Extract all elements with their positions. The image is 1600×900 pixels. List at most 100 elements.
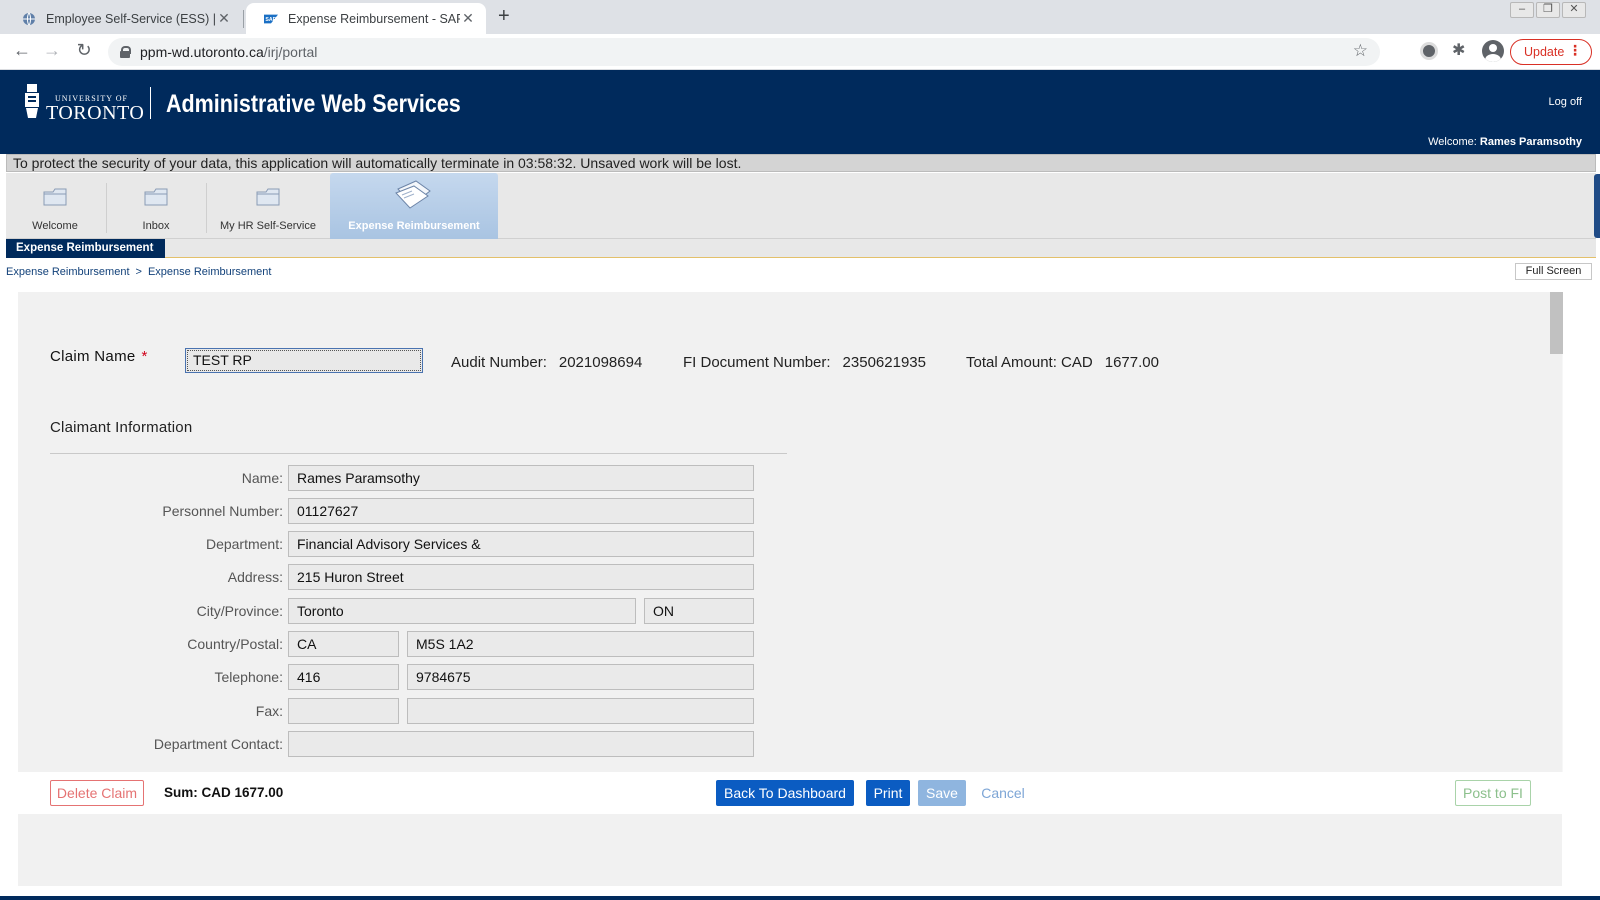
- url-path: /irj/portal: [263, 44, 318, 60]
- logoff-link[interactable]: Log off: [1549, 96, 1582, 108]
- audit-number: Audit Number: 2021098694: [451, 354, 642, 371]
- department-contact-label: Department Contact:: [153, 736, 283, 752]
- secondary-nav: Expense Reimbursement: [6, 239, 1596, 258]
- window-controls: – ❐ ✕: [1510, 2, 1586, 18]
- address-label: Address:: [227, 569, 283, 585]
- country-postal-label: Country/Postal:: [187, 636, 283, 652]
- breadcrumb-separator: >: [135, 266, 142, 278]
- print-button[interactable]: Print: [866, 780, 910, 806]
- minimize-icon[interactable]: –: [1510, 2, 1534, 18]
- province-field[interactable]: ON: [644, 598, 754, 624]
- tab-label: Inbox: [142, 220, 170, 232]
- breadcrumb: Expense Reimbursement > Expense Reimbursem…: [6, 266, 271, 278]
- name-field[interactable]: Rames Paramsothy: [288, 465, 754, 491]
- bottom-border: [0, 896, 1600, 900]
- breadcrumb-link[interactable]: Expense Reimbursement: [6, 266, 130, 278]
- bookmark-star-icon[interactable]: ☆: [1353, 41, 1368, 61]
- delete-claim-button[interactable]: Delete Claim: [50, 780, 144, 806]
- tab-my-hr-self-service[interactable]: My HR Self-Service: [208, 173, 328, 239]
- department-label: Department:: [205, 536, 283, 552]
- back-arrow-icon[interactable]: ←: [10, 40, 34, 61]
- city-field[interactable]: Toronto: [288, 598, 636, 624]
- postal-code-field[interactable]: M5S 1A2: [407, 631, 754, 657]
- close-window-icon[interactable]: ✕: [1562, 2, 1586, 18]
- forward-arrow-icon[interactable]: →: [40, 40, 64, 61]
- new-tab-icon[interactable]: +: [498, 5, 510, 28]
- side-panel-handle[interactable]: [1594, 174, 1600, 238]
- app-title: Administrative Web Services: [166, 90, 461, 118]
- save-button[interactable]: Save: [918, 780, 966, 806]
- browser-tab-title: Expense Reimbursement - SAP N: [288, 11, 460, 26]
- fax-label: Fax:: [255, 703, 283, 719]
- browser-tab-ess[interactable]: Employee Self-Service (ESS) | EAS ✕: [4, 3, 242, 34]
- telephone-field[interactable]: 9784675: [407, 664, 754, 690]
- total-amount: Total Amount: CAD 1677.00: [966, 354, 1159, 371]
- university-crest-icon: [25, 84, 39, 118]
- section-divider: [50, 453, 787, 454]
- extension-icon[interactable]: [1420, 42, 1438, 60]
- update-label: Update: [1524, 45, 1565, 59]
- puzzle-extensions-icon[interactable]: ✱: [1452, 40, 1470, 59]
- claim-name-input[interactable]: TEST RP: [185, 348, 423, 373]
- folder-icon: [256, 188, 280, 206]
- sum-total: Sum: CAD 1677.00: [164, 785, 284, 800]
- cancel-button[interactable]: Cancel: [978, 780, 1028, 806]
- claim-name-label-text: Claim Name: [50, 348, 136, 365]
- department-field[interactable]: Financial Advisory Services &: [288, 531, 754, 557]
- close-tab-icon[interactable]: ✕: [460, 10, 476, 27]
- tab-label: Expense Reimbursement: [348, 220, 480, 232]
- department-contact-field[interactable]: [288, 731, 754, 757]
- personnel-number-field[interactable]: 01127627: [288, 498, 754, 524]
- restore-icon[interactable]: ❐: [1536, 2, 1560, 18]
- post-to-fi-button[interactable]: Post to FI: [1455, 780, 1531, 806]
- name-label: Name:: [241, 470, 283, 486]
- header-divider: [150, 87, 151, 119]
- tab-label: My HR Self-Service: [220, 220, 316, 232]
- country-field[interactable]: CA: [288, 631, 399, 657]
- fax-area-code-field[interactable]: [288, 698, 399, 724]
- action-bar: Delete Claim Sum: CAD 1677.00 Back To Da…: [18, 772, 1562, 814]
- subnav-tab-expense-reimbursement[interactable]: Expense Reimbursement: [6, 239, 166, 258]
- session-timeout-banner: To protect the security of your data, th…: [6, 154, 1596, 172]
- area-code-field[interactable]: 416: [288, 664, 399, 690]
- folder-icon: [43, 188, 67, 206]
- fi-document-number: FI Document Number: 2350621935: [683, 354, 926, 371]
- telephone-label: Telephone:: [214, 669, 283, 685]
- sap-icon: SAP: [264, 12, 278, 26]
- total-amount-label: Total Amount: CAD: [966, 354, 1093, 371]
- svg-text:SAP: SAP: [265, 17, 276, 23]
- required-marker: *: [141, 348, 148, 365]
- url-host: ppm-wd.utoronto.ca: [140, 44, 264, 60]
- welcome-label: Welcome:: [1428, 136, 1477, 148]
- folder-icon: [144, 188, 168, 206]
- claim-form: Claim Name * TEST RP Audit Number: 2021098…: [18, 292, 1562, 772]
- address-bar[interactable]: ppm-wd.utoronto.ca/irj/portal ☆: [108, 38, 1380, 66]
- profile-avatar-icon[interactable]: [1482, 40, 1504, 62]
- fi-document-value: 2350621935: [842, 354, 926, 371]
- full-screen-button[interactable]: Full Screen: [1515, 263, 1592, 280]
- close-tab-icon[interactable]: ✕: [216, 10, 232, 27]
- browser-tab-expense[interactable]: SAP Expense Reimbursement - SAP N ✕: [246, 3, 486, 34]
- lock-icon: [120, 46, 131, 58]
- portal-tab-bar: Welcome Inbox My HR Self-Service Expense…: [6, 173, 1596, 239]
- tab-welcome[interactable]: Welcome: [6, 173, 104, 239]
- address-field[interactable]: 215 Huron Street: [288, 564, 754, 590]
- audit-number-value: 2021098694: [558, 354, 643, 371]
- tab-separator: [243, 10, 244, 28]
- tab-label: Welcome: [32, 220, 78, 232]
- fi-document-label: FI Document Number:: [683, 354, 831, 371]
- browser-tab-title: Employee Self-Service (ESS) | EAS: [46, 11, 216, 26]
- tab-inbox[interactable]: Inbox: [108, 173, 204, 239]
- tab-expense-reimbursement[interactable]: Expense Reimbursement: [330, 173, 498, 239]
- fax-field[interactable]: [407, 698, 754, 724]
- reload-icon[interactable]: ↻: [72, 40, 96, 61]
- scrollbar-thumb[interactable]: [1550, 292, 1563, 354]
- back-to-dashboard-button[interactable]: Back To Dashboard: [716, 780, 854, 806]
- browser-toolbar: ← → ↻ ppm-wd.utoronto.ca/irj/portal ☆ ✱ …: [0, 34, 1600, 70]
- update-button[interactable]: Update ⋮: [1510, 39, 1592, 65]
- tab-separator: [206, 183, 207, 233]
- globe-icon: [22, 12, 36, 26]
- claimant-section-title: Claimant Information: [50, 419, 193, 436]
- personnel-number-label: Personnel Number:: [162, 503, 283, 519]
- browser-tab-strip: Employee Self-Service (ESS) | EAS ✕ SAP …: [0, 0, 1600, 34]
